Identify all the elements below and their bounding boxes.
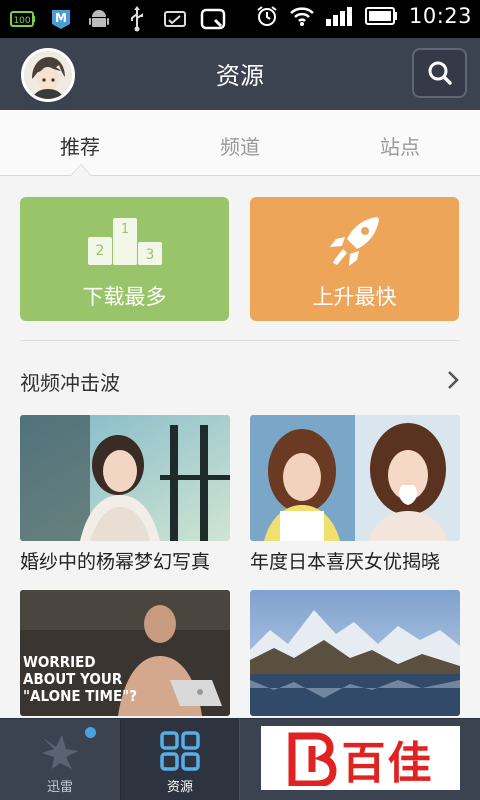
podium-third: 3 (145, 247, 154, 263)
chevron-right-icon[interactable] (446, 369, 460, 395)
status-bar: 100 M 10:23 (0, 0, 480, 38)
sd-card-icon (162, 6, 188, 32)
wifi-icon (290, 7, 314, 26)
ad-text: 百佳 (341, 738, 434, 789)
most-downloaded-label: 下载最多 (82, 285, 167, 309)
video-caption-1[interactable]: 婚纱中的杨幂梦幻写真 (20, 547, 210, 574)
podium-icon: 1 2 3 (20, 215, 229, 267)
search-button[interactable] (412, 48, 467, 98)
tab-sites[interactable]: 站点 (320, 110, 480, 175)
battery-level-text: 100 (13, 16, 30, 26)
app-header: 资源 (0, 38, 480, 110)
section-title[interactable]: 视频冲击波 (20, 367, 120, 396)
fastest-rising-card[interactable]: 上升最快 (250, 197, 459, 321)
nav-resources-label: 资源 (166, 780, 193, 795)
page-title: 资源 (216, 62, 264, 90)
section-divider (20, 340, 460, 341)
ad-logo-text: 百佳 (261, 730, 460, 789)
active-tab-indicator (70, 164, 92, 176)
android-icon (86, 6, 112, 32)
most-downloaded-card[interactable]: 1 2 3 下载最多 (20, 197, 229, 321)
video-thumbnail-1[interactable] (20, 415, 230, 541)
video-overlay-text: WORRIED ABOUT YOUR "ALONE TIME"? (23, 654, 137, 705)
overlay-line-1: WORRIED (23, 653, 96, 671)
usb-icon (124, 6, 150, 32)
q-app-icon (200, 6, 226, 32)
status-left-icons: 100 M (10, 6, 226, 32)
search-icon (428, 61, 452, 85)
podium-second: 2 (95, 243, 104, 259)
signal-icon (325, 7, 352, 26)
nav-resources[interactable]: 资源 (120, 719, 240, 800)
notification-badge (85, 727, 96, 738)
grid-icon (121, 731, 239, 771)
bj-logo-icon (288, 732, 337, 786)
fastest-rising-label: 上升最快 (312, 285, 397, 309)
battery-icon (364, 7, 397, 25)
status-time: 10:23 (408, 4, 472, 28)
video-thumbnail-3[interactable]: WORRIED ABOUT YOUR "ALONE TIME"? (20, 590, 230, 716)
nav-xunlei-label: 迅雷 (46, 780, 73, 795)
podium-first: 1 (120, 222, 128, 237)
alarm-icon (257, 6, 277, 26)
overlay-line-2: ABOUT YOUR (23, 670, 123, 688)
ad-banner[interactable]: 百佳 (261, 726, 460, 790)
nav-xunlei[interactable]: 迅雷 (0, 719, 120, 800)
status-right-icons: 10:23 (255, 4, 472, 28)
overlay-line-3: "ALONE TIME"? (23, 687, 138, 705)
video-thumbnail-2[interactable] (250, 415, 460, 541)
tab-channels[interactable]: 频道 (160, 110, 320, 175)
battery-full-icon: 100 (10, 6, 36, 32)
video-thumbnail-4[interactable] (250, 590, 460, 716)
app-m-icon: M (48, 6, 74, 32)
xunlei-bird-icon (0, 731, 120, 771)
video-caption-2[interactable]: 年度日本喜厌女优揭晓 (250, 547, 440, 574)
svg-text:M: M (55, 11, 67, 25)
rocket-icon (250, 215, 459, 271)
